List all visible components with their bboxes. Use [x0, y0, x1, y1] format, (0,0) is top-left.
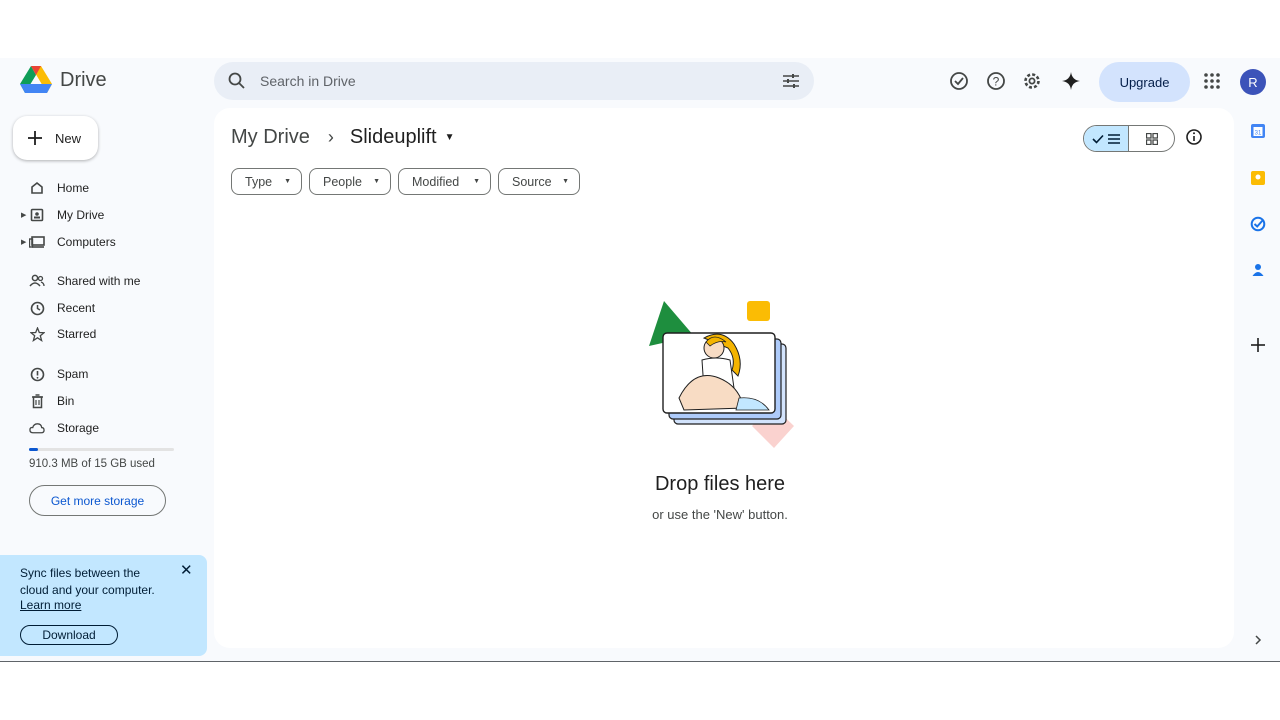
offline-status-icon[interactable]	[948, 70, 970, 92]
filter-modified-chip[interactable]: Modified ▼	[398, 168, 491, 195]
get-more-storage-button[interactable]: Get more storage	[29, 485, 166, 516]
add-addon-plus-icon[interactable]	[1249, 336, 1267, 354]
chevron-right-icon: ›	[327, 127, 334, 147]
sidebar-item-starred[interactable]: Starred	[0, 321, 200, 347]
main-content: My Drive › Slideuplift ▼ Type ▼ People ▼ M…	[214, 108, 1234, 648]
upgrade-button[interactable]: Upgrade	[1099, 62, 1190, 102]
chip-label: Type	[245, 174, 273, 189]
drive-app: Drive ? Upgrade R	[0, 58, 1280, 662]
spam-icon	[29, 366, 45, 382]
sync-banner: Sync files between the cloud and your co…	[0, 555, 207, 656]
contacts-icon[interactable]	[1249, 261, 1267, 279]
gemini-sparkle-icon[interactable]	[1060, 70, 1082, 92]
sidebar-item-computers[interactable]: ▶ Computers	[0, 229, 200, 255]
filter-source-chip[interactable]: Source ▼	[498, 168, 580, 195]
chip-label: Source	[512, 174, 552, 189]
download-button[interactable]: Download	[20, 625, 118, 645]
sidebar-item-recent[interactable]: Recent	[0, 295, 200, 321]
calendar-icon[interactable]: 31	[1249, 122, 1267, 140]
view-toggle	[1083, 125, 1175, 152]
filter-type-chip[interactable]: Type ▼	[231, 168, 302, 195]
people-icon	[29, 273, 45, 289]
breadcrumb-current-folder[interactable]: Slideuplift	[350, 126, 437, 149]
plus-icon	[28, 131, 42, 145]
expand-caret-icon[interactable]: ▶	[21, 211, 26, 219]
chevron-right-icon[interactable]	[1249, 631, 1267, 649]
empty-state-subtitle: or use the 'New' button.	[652, 507, 788, 522]
sidebar-item-home[interactable]: Home	[0, 175, 200, 201]
chip-label: People	[323, 174, 362, 189]
sidebar-item-label: Computers	[57, 235, 116, 249]
app-name: Drive	[60, 68, 107, 91]
learn-more-link[interactable]: Learn more	[20, 598, 81, 612]
dropdown-arrow-icon: ▼	[284, 178, 291, 185]
sidebar-item-label: Spam	[57, 367, 89, 381]
close-icon[interactable]: ✕	[180, 561, 193, 579]
settings-gear-icon[interactable]	[1021, 70, 1043, 92]
empty-state-title: Drop files here	[654, 473, 786, 495]
storage-usage-bar	[29, 448, 174, 451]
dropdown-arrow-icon: ▼	[562, 178, 569, 185]
apps-grid-icon[interactable]	[1201, 70, 1223, 92]
dropdown-arrow-icon: ▼	[373, 178, 380, 185]
sidebar-item-bin[interactable]: Bin	[0, 388, 200, 414]
checkmark-icon	[1092, 134, 1104, 144]
list-icon	[1108, 133, 1120, 144]
sidebar-item-label: Recent	[57, 301, 96, 315]
svg-text:?: ?	[993, 75, 1000, 89]
search-input[interactable]	[260, 62, 760, 100]
help-icon[interactable]: ?	[985, 70, 1007, 92]
my-drive-icon	[29, 207, 45, 223]
cloud-icon	[29, 420, 45, 436]
sidebar-item-label: Starred	[57, 327, 97, 341]
breadcrumb-my-drive[interactable]: My Drive	[231, 126, 310, 149]
sidebar-item-shared-with-me[interactable]: Shared with me	[0, 268, 200, 294]
drive-logo-icon	[20, 66, 52, 93]
sidebar-item-spam[interactable]: Spam	[0, 361, 200, 387]
sync-banner-text: Sync files between the cloud and your co…	[20, 566, 155, 597]
star-icon	[29, 326, 45, 342]
search-options-icon[interactable]	[782, 73, 800, 89]
storage-usage-text: 910.3 MB of 15 GB used	[29, 458, 155, 470]
tasks-icon[interactable]	[1249, 215, 1267, 233]
filter-people-chip[interactable]: People ▼	[309, 168, 391, 195]
sidebar-item-my-drive[interactable]: ▶ My Drive	[0, 202, 200, 228]
search-icon[interactable]	[228, 72, 246, 90]
breadcrumb: My Drive › Slideuplift ▼	[231, 126, 455, 149]
sidebar-item-storage[interactable]: Storage	[0, 415, 200, 441]
home-icon	[29, 180, 45, 196]
keep-icon[interactable]	[1249, 169, 1267, 187]
svg-text:31: 31	[1255, 131, 1262, 137]
clock-icon	[29, 300, 45, 316]
info-icon[interactable]	[1185, 128, 1203, 146]
drive-logo[interactable]: Drive	[20, 66, 107, 94]
list-view-button[interactable]	[1084, 126, 1130, 151]
empty-folder-illustration	[649, 301, 794, 448]
sidebar-item-label: My Drive	[57, 208, 105, 222]
expand-caret-icon[interactable]: ▶	[21, 238, 26, 246]
dropdown-arrow-icon: ▼	[473, 178, 480, 185]
sidebar-item-label: Home	[57, 181, 90, 195]
search-bar[interactable]	[214, 62, 814, 100]
grid-view-button[interactable]	[1129, 126, 1174, 151]
computer-icon	[29, 234, 45, 250]
new-button-label: New	[55, 130, 82, 146]
storage-usage-fill	[29, 448, 38, 451]
chip-label: Modified	[412, 174, 460, 189]
trash-icon	[29, 393, 45, 409]
sidebar-item-label: Shared with me	[57, 274, 141, 288]
grid-icon	[1145, 132, 1158, 145]
account-avatar[interactable]: R	[1240, 69, 1266, 95]
folder-menu-caret-icon[interactable]: ▼	[445, 132, 455, 143]
sidebar-item-label: Storage	[57, 421, 100, 435]
new-button[interactable]: New	[13, 116, 98, 160]
sidebar-item-label: Bin	[57, 394, 75, 408]
